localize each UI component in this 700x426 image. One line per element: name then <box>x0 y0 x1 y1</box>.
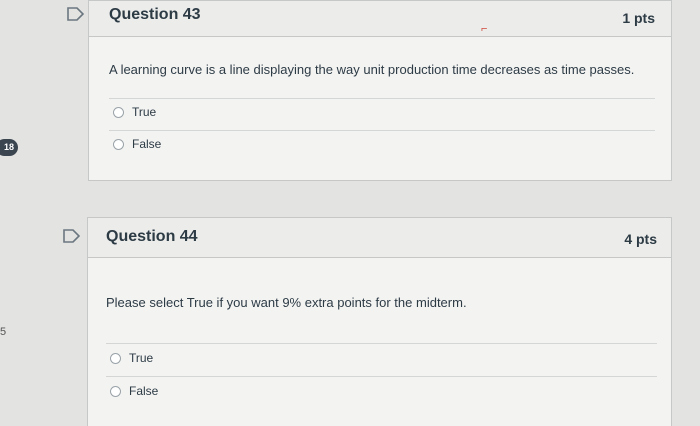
question-44-card: Question 44 4 pts Please select True if … <box>87 217 672 426</box>
answer-label: True <box>132 105 157 119</box>
edge-fragment-text: 5 <box>0 326 7 338</box>
answer-label: True <box>129 351 154 365</box>
answer-label: False <box>129 384 159 398</box>
divider <box>106 376 657 377</box>
answer-label: False <box>132 137 162 151</box>
divider <box>106 343 657 344</box>
question-43-points: 1 pts <box>622 10 655 26</box>
radio-button[interactable] <box>110 385 121 397</box>
question-43-title: Question 43 <box>109 6 201 23</box>
answer-true[interactable]: True <box>113 105 156 119</box>
question-43-text: A learning curve is a line displaying th… <box>109 62 635 77</box>
radio-button[interactable] <box>113 106 124 118</box>
question-43-card: Question 43 1 pts ⌐ A learning curve is … <box>88 0 672 181</box>
question-43-header: Question 43 1 pts <box>89 1 671 37</box>
flag-question-icon[interactable] <box>62 228 82 244</box>
divider <box>109 98 655 99</box>
question-44-text: Please select True if you want 9% extra … <box>106 295 467 310</box>
question-44-header: Question 44 4 pts <box>88 218 671 258</box>
question-44-points: 4 pts <box>624 231 657 247</box>
flag-question-icon[interactable] <box>66 6 86 22</box>
radio-button[interactable] <box>113 138 124 150</box>
sidebar-count-badge: 18 <box>0 139 18 156</box>
question-44-title: Question 44 <box>106 228 198 245</box>
answer-true[interactable]: True <box>110 351 153 365</box>
red-annotation-mark: ⌐ <box>481 23 488 35</box>
radio-button[interactable] <box>110 352 121 364</box>
divider <box>109 130 655 131</box>
answer-false[interactable]: False <box>110 384 158 398</box>
answer-false[interactable]: False <box>113 137 161 151</box>
